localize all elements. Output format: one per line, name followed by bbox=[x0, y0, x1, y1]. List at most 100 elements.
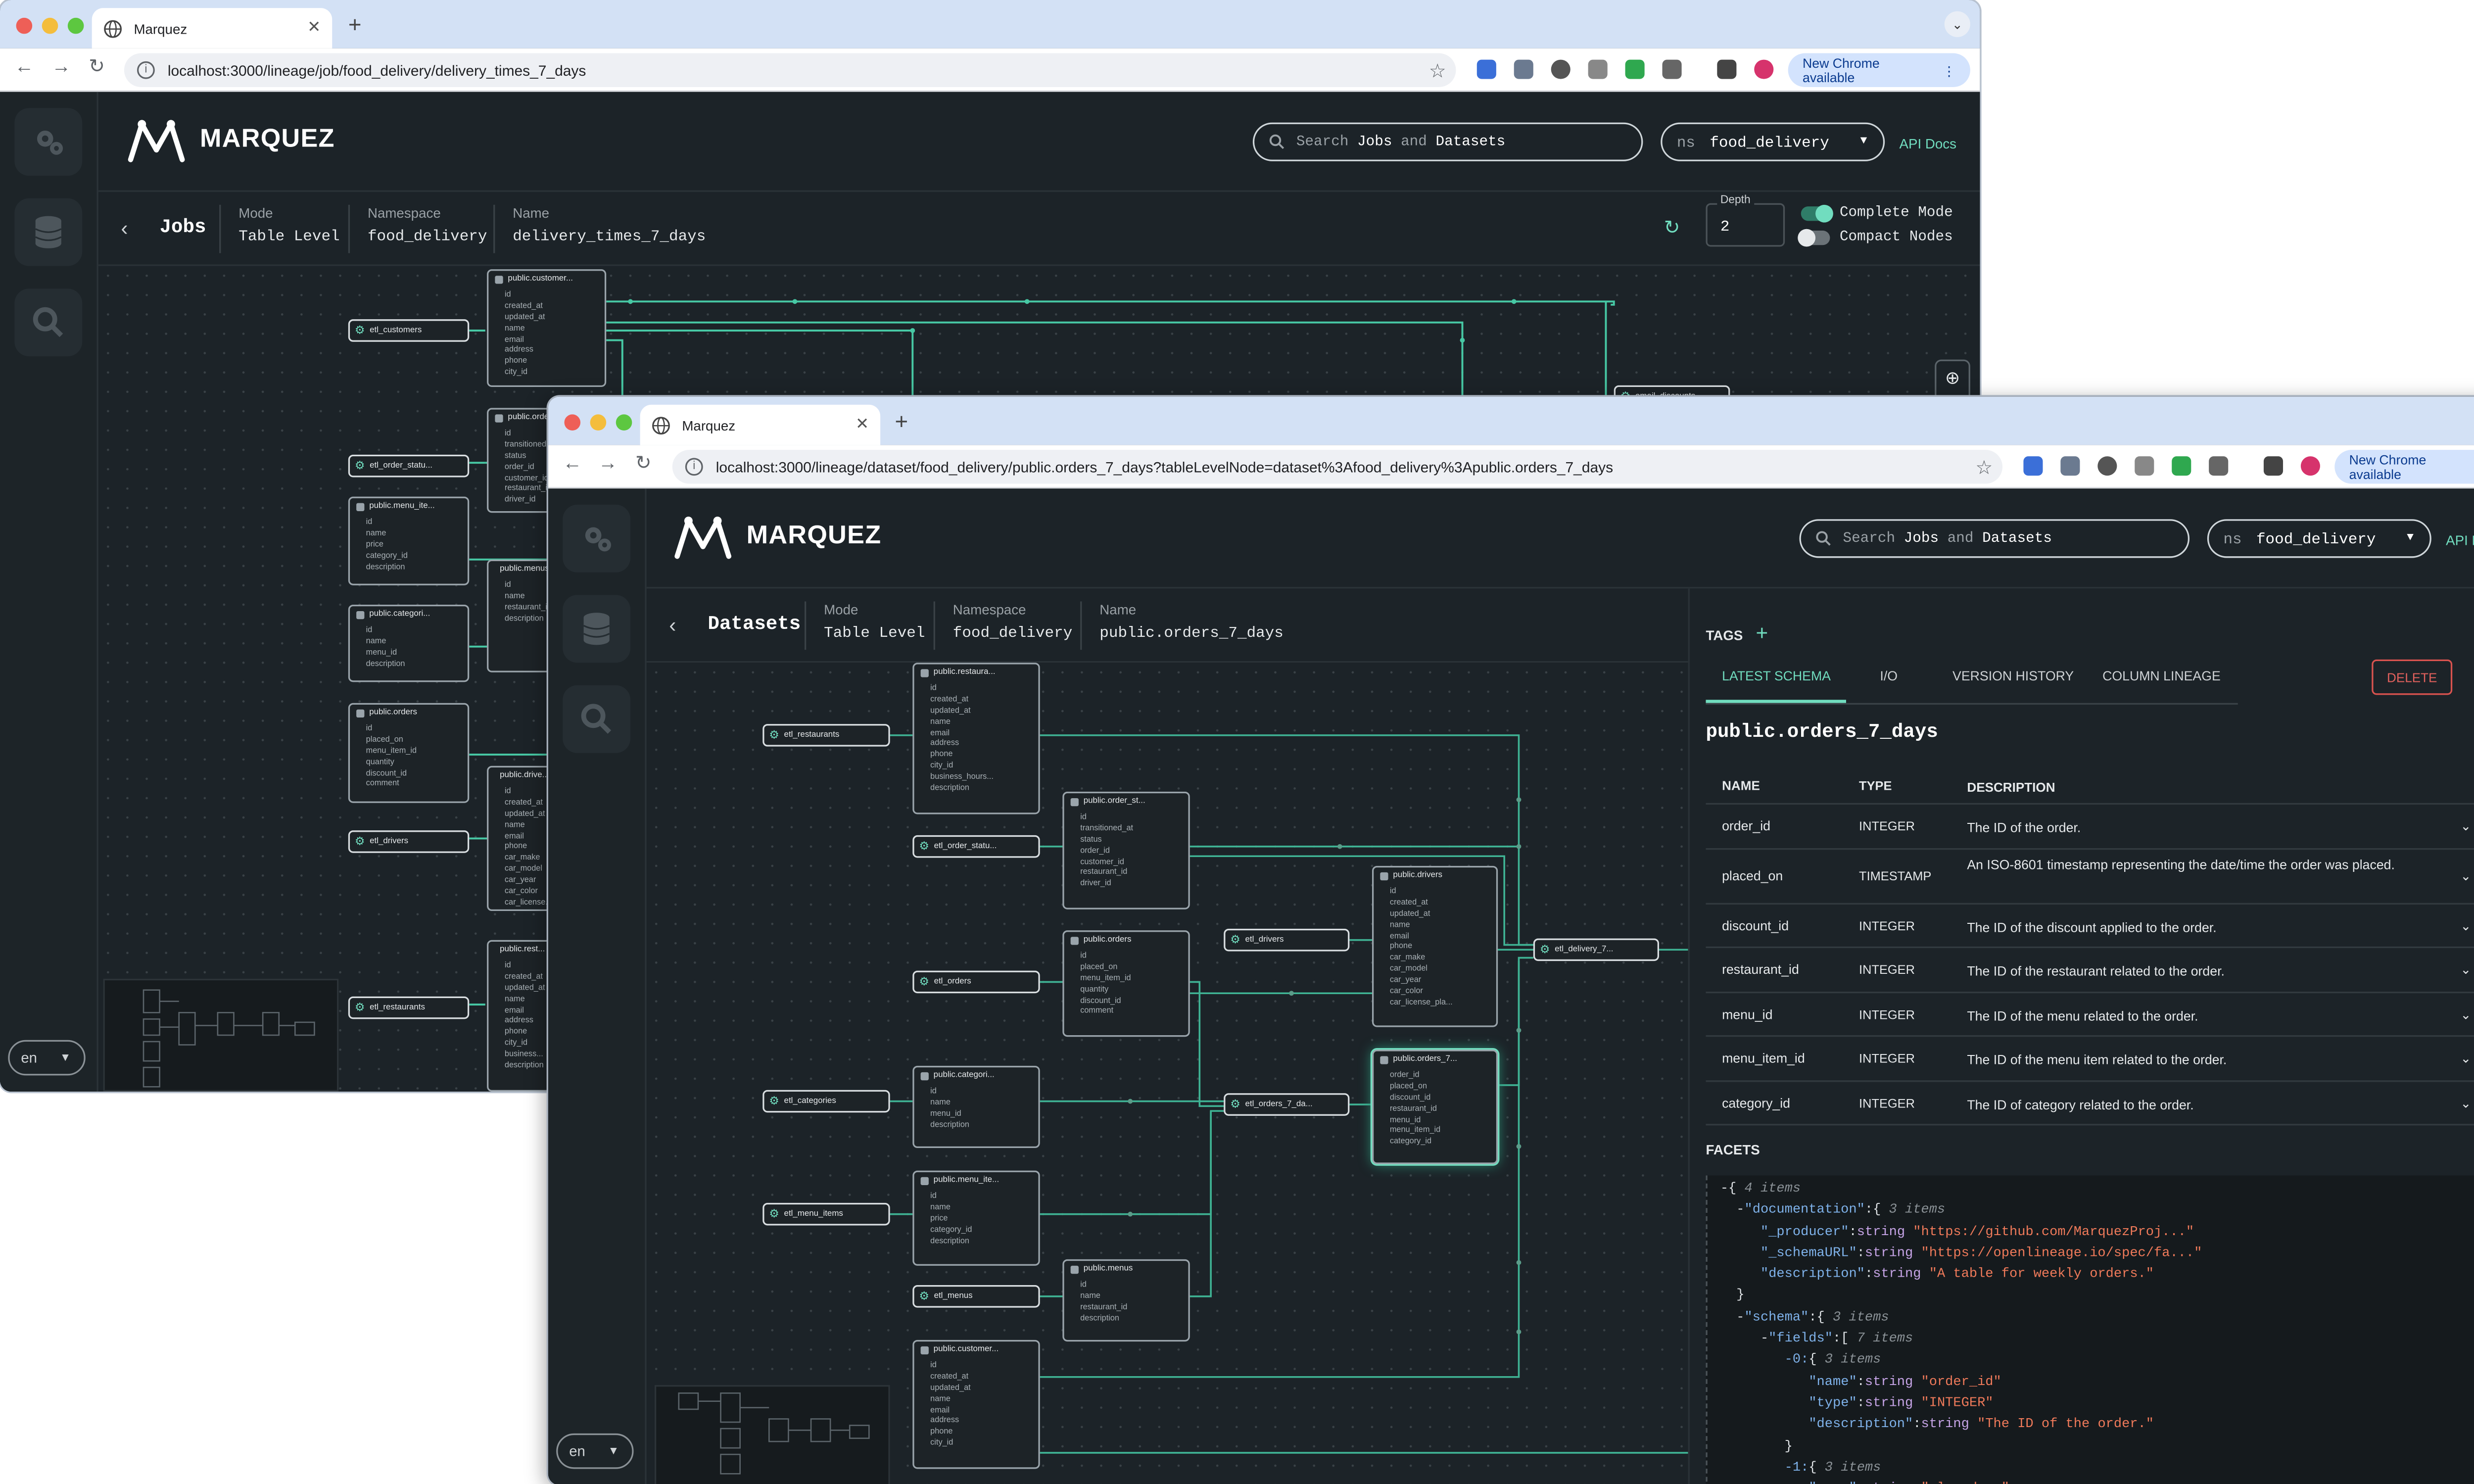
dataset-node[interactable]: public.menu_ite... id name price category_id… bbox=[348, 496, 470, 585]
lineage-graph[interactable]: ⚙ etl_restaurants ⚙ etl_order_statu... ⚙ etl_… bbox=[646, 663, 1688, 1484]
dataset-node[interactable]: public.orders id placed_on menu_item_id quan… bbox=[348, 703, 470, 803]
chrome-update-button[interactable]: New Chrome available⋮ bbox=[2334, 450, 2474, 484]
dataset-node[interactable]: public.orders_7... order_id placed_on disco… bbox=[1372, 1050, 1498, 1164]
profile-avatar[interactable] bbox=[1754, 59, 1774, 79]
bookmark-star-icon[interactable]: ☆ bbox=[1975, 456, 1993, 479]
job-node[interactable]: ⚙ etl_restaurants bbox=[762, 724, 890, 747]
dataset-node[interactable]: public.customer... id created_at updated_at… bbox=[487, 269, 607, 387]
maximize-window-button[interactable] bbox=[67, 17, 84, 34]
marquez-logo[interactable]: MARQUEZ bbox=[672, 513, 882, 561]
close-window-button[interactable] bbox=[16, 17, 33, 34]
toggle-switch[interactable] bbox=[1798, 228, 1830, 246]
job-node[interactable]: ⚙ etl_menus bbox=[912, 1285, 1040, 1308]
minimize-window-button[interactable] bbox=[590, 414, 607, 431]
back-chevron-icon[interactable]: ‹ bbox=[669, 613, 676, 637]
job-node[interactable]: ⚙ etl_drivers bbox=[1224, 928, 1350, 952]
dataset-node[interactable]: public.drivers id created_at updated_at name… bbox=[1372, 865, 1498, 1027]
zoom-in-icon[interactable]: ⊕ bbox=[1945, 368, 1960, 389]
job-node[interactable]: ⚙ etl_restaurants bbox=[348, 996, 470, 1019]
site-info-icon[interactable]: i bbox=[685, 458, 703, 476]
browser-tab[interactable]: Marquez ✕ bbox=[92, 8, 333, 48]
dataset-node[interactable]: public.categori... id name menu_id descripti… bbox=[912, 1065, 1040, 1149]
job-node[interactable]: ⚙ etl_order_statu... bbox=[912, 835, 1040, 858]
puzzle-icon[interactable] bbox=[2209, 456, 2229, 476]
tab-latest-schema[interactable]: LATEST SCHEMA bbox=[1722, 669, 1831, 683]
facets-json-viewer[interactable]: -{ 4 items -"documentation":{ 3 items "_… bbox=[1706, 1175, 2474, 1484]
address-bar[interactable]: i localhost:3000/lineage/dataset/food_de… bbox=[672, 450, 2003, 484]
add-tag-icon[interactable]: + bbox=[1756, 621, 1768, 645]
forward-arrow-icon[interactable]: → bbox=[598, 451, 618, 474]
expand-chevron-icon[interactable]: ⌄ bbox=[2460, 868, 2471, 883]
delete-button[interactable]: DELETE bbox=[2372, 659, 2453, 695]
table-row[interactable]: restaurant_id INTEGER The ID of the restau… bbox=[1706, 948, 2474, 993]
expand-chevron-icon[interactable]: ⌄ bbox=[2460, 819, 2471, 833]
reload-icon[interactable]: ↻ bbox=[89, 55, 105, 78]
table-row[interactable]: order_id INTEGER The ID of the order. ⌄ bbox=[1706, 805, 2474, 849]
depth-input[interactable]: Depth 2 bbox=[1706, 195, 1785, 247]
table-row[interactable]: category_id INTEGER The ID of category rel… bbox=[1706, 1081, 2474, 1126]
close-window-button[interactable] bbox=[564, 414, 581, 431]
dataset-node[interactable]: public.restaura... id created_at updated_at… bbox=[912, 663, 1040, 814]
compact-nodes-toggle[interactable]: Compact Nodes bbox=[1798, 228, 1953, 246]
expand-chevron-icon[interactable]: ⌄ bbox=[2460, 1007, 2471, 1021]
datasets-nav-button[interactable] bbox=[563, 595, 631, 663]
search-input[interactable]: Search Jobs and Datasets bbox=[1252, 122, 1643, 161]
dataset-node[interactable]: public.menus id name restaurant_id descripti… bbox=[487, 559, 552, 672]
profile-avatar[interactable] bbox=[2300, 456, 2320, 476]
chrome-update-button[interactable]: New Chrome available⋮ bbox=[1788, 53, 1970, 87]
dataset-node[interactable]: public.drive... id created_at updated_at nam… bbox=[487, 766, 552, 911]
datasets-nav-button[interactable] bbox=[14, 198, 83, 266]
expand-chevron-icon[interactable]: ⌄ bbox=[2460, 918, 2471, 933]
browser-tab[interactable]: Marquez ✕ bbox=[640, 404, 881, 445]
dataset-node[interactable]: public.categori... id name menu_id descripti… bbox=[348, 604, 470, 682]
expand-chevron-icon[interactable]: ⌄ bbox=[2460, 962, 2471, 977]
minimize-window-button[interactable] bbox=[42, 17, 58, 34]
search-nav-button[interactable] bbox=[563, 685, 631, 753]
expand-chevron-icon[interactable]: ⌄ bbox=[2460, 1096, 2471, 1110]
job-node[interactable]: ⚙ etl_drivers bbox=[348, 830, 470, 853]
expand-chevron-icon[interactable]: ⌄ bbox=[2460, 1052, 2471, 1066]
job-node[interactable]: ⚙ etl_categories bbox=[762, 1090, 890, 1113]
drive-icon[interactable] bbox=[1625, 59, 1645, 79]
job-node[interactable]: ⚙ etl_customers bbox=[348, 319, 470, 342]
extension-icon[interactable] bbox=[2023, 456, 2043, 476]
reload-icon[interactable]: ↻ bbox=[635, 451, 652, 474]
extension-icon[interactable] bbox=[1551, 59, 1570, 79]
tab-version-history[interactable]: VERSION HISTORY bbox=[1952, 669, 2074, 683]
new-tab-button[interactable]: + bbox=[348, 11, 362, 37]
camera-icon[interactable] bbox=[2135, 456, 2154, 476]
dataset-node[interactable]: public.orders id placed_on menu_item_id quan… bbox=[1062, 930, 1190, 1037]
address-bar[interactable]: i localhost:3000/lineage/job/food_delive… bbox=[124, 53, 1456, 87]
sidebar-icon[interactable] bbox=[2263, 456, 2284, 476]
settings-nav-button[interactable] bbox=[563, 504, 631, 573]
puzzle-icon[interactable] bbox=[1662, 59, 1682, 79]
back-arrow-icon[interactable]: ← bbox=[563, 451, 582, 474]
job-node[interactable]: ⚙ etl_menu_items bbox=[762, 1202, 890, 1226]
maximize-window-button[interactable] bbox=[616, 414, 632, 431]
table-row[interactable]: placed_on TIMESTAMP An ISO-8601 timestamp … bbox=[1706, 849, 2474, 904]
forward-arrow-icon[interactable]: → bbox=[51, 55, 71, 78]
close-icon[interactable]: ✕ bbox=[2472, 663, 2474, 688]
sidebar-icon[interactable] bbox=[1717, 59, 1737, 79]
back-chevron-icon[interactable]: ‹ bbox=[121, 216, 128, 240]
dataset-node[interactable]: public.menu_ite... id name price category_id… bbox=[912, 1170, 1040, 1266]
back-arrow-icon[interactable]: ← bbox=[14, 55, 34, 78]
minimap[interactable] bbox=[654, 1385, 890, 1484]
table-row[interactable]: menu_id INTEGER The ID of the menu related… bbox=[1706, 993, 2474, 1037]
namespace-select[interactable]: ns food_delivery ▼ bbox=[1661, 122, 1885, 161]
close-tab-icon[interactable]: ✕ bbox=[307, 19, 321, 37]
settings-nav-button[interactable] bbox=[14, 108, 83, 176]
minimap[interactable] bbox=[103, 978, 339, 1092]
dataset-node[interactable]: public.menus id name restaurant_id descripti… bbox=[1062, 1259, 1190, 1342]
dataset-node[interactable]: public.rest... id created_at updated_at name… bbox=[487, 940, 552, 1092]
tab-io[interactable]: I/O bbox=[1880, 669, 1898, 683]
extension-icon[interactable] bbox=[1514, 59, 1533, 79]
dataset-node[interactable]: public.order_st... id transitioned_at statu… bbox=[1062, 791, 1190, 910]
refresh-icon[interactable]: ↻ bbox=[1664, 216, 1680, 239]
dataset-node[interactable]: public.customer... id created_at updated_at… bbox=[912, 1340, 1040, 1469]
job-node[interactable]: ⚙ etl_delivery_7... bbox=[1533, 938, 1659, 961]
camera-icon[interactable] bbox=[1588, 59, 1608, 79]
marquez-logo[interactable]: MARQUEZ bbox=[126, 116, 335, 165]
tab-column-lineage[interactable]: COLUMN LINEAGE bbox=[2102, 669, 2221, 683]
extension-icon[interactable] bbox=[2097, 456, 2117, 476]
